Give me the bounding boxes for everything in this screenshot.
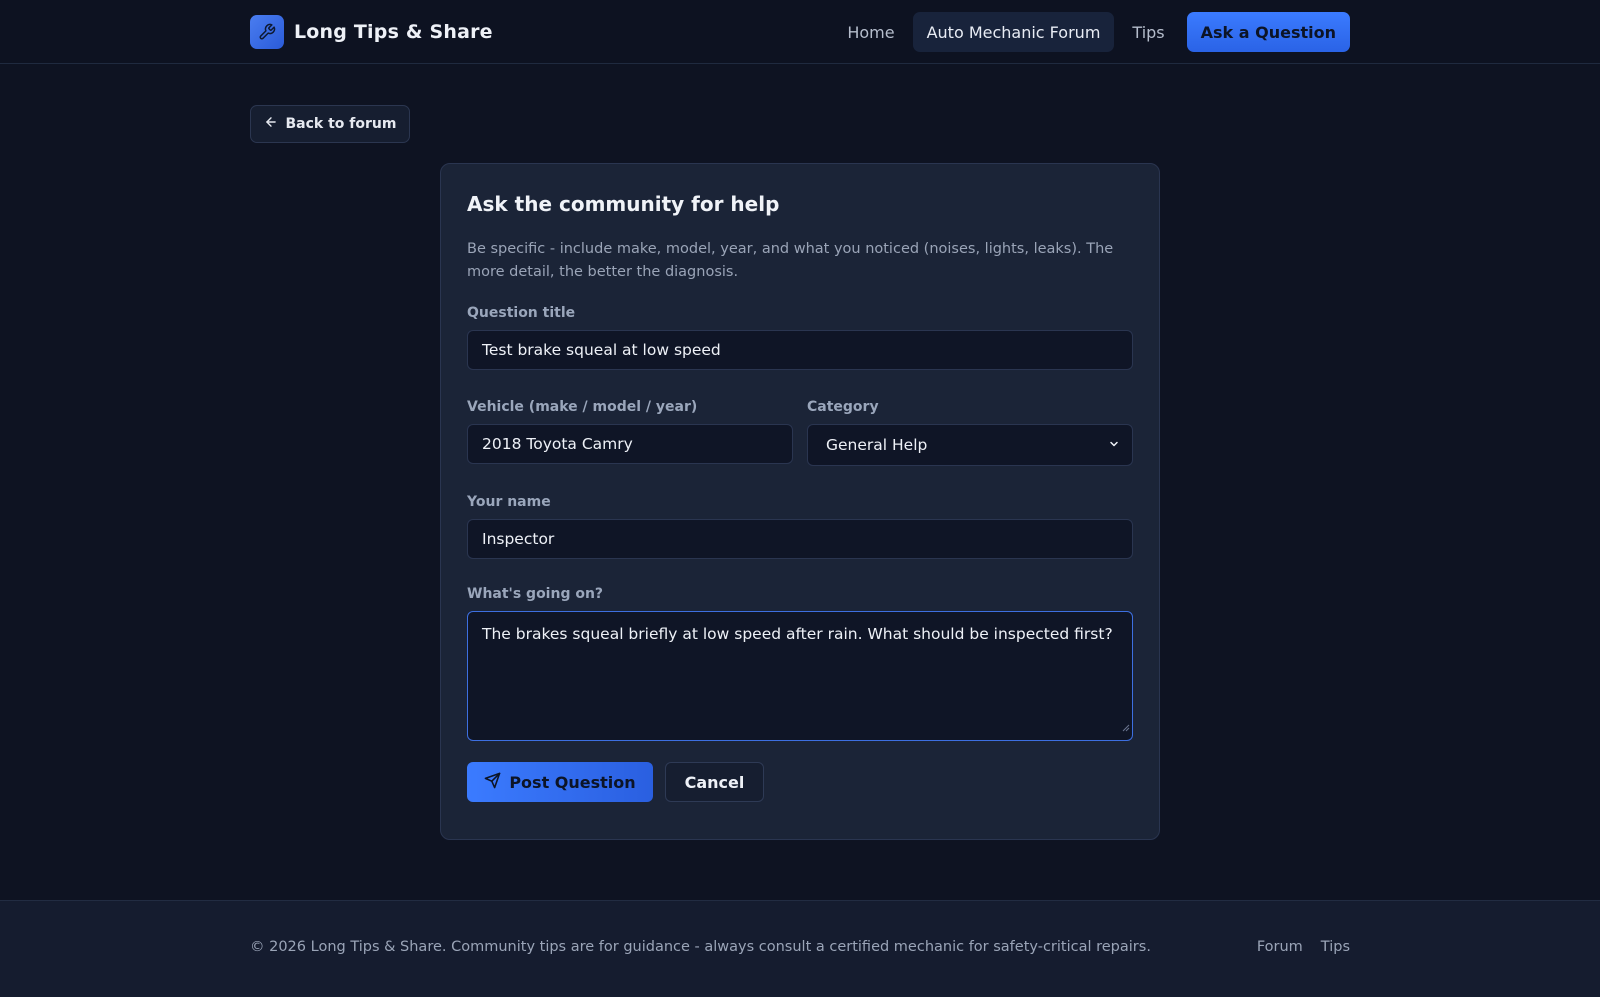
category-value: General Help: [826, 436, 928, 454]
chevron-down-icon: [1108, 436, 1120, 454]
name-label: Your name: [467, 494, 551, 510]
name-input[interactable]: Inspector: [467, 519, 1133, 559]
resize-handle-icon[interactable]: [1122, 716, 1130, 738]
details-value: The brakes squeal briefly at low speed a…: [482, 625, 1113, 643]
send-icon: [484, 772, 501, 793]
question-title-value: Test brake squeal at low speed: [482, 341, 721, 359]
footer-links: Forum Tips: [1257, 939, 1350, 955]
cancel-label: Cancel: [684, 772, 745, 792]
vehicle-input[interactable]: 2018 Toyota Camry: [467, 424, 793, 464]
wrench-icon: [250, 15, 284, 49]
top-navbar: Long Tips & Share Home Auto Mechanic For…: [0, 0, 1600, 64]
question-title-input[interactable]: Test brake squeal at low speed: [467, 330, 1133, 370]
nav-home-link[interactable]: Home: [833, 12, 908, 52]
post-question-label: Post Question: [509, 772, 636, 792]
category-label: Category: [807, 399, 879, 415]
question-title-label: Question title: [467, 305, 576, 321]
ask-question-button[interactable]: Ask a Question: [1186, 12, 1350, 52]
vehicle-label: Vehicle (make / model / year): [467, 399, 698, 415]
brand-name: Long Tips & Share: [294, 21, 493, 43]
details-label: What's going on?: [467, 586, 604, 602]
page-footer: © 2026 Long Tips & Share. Community tips…: [0, 900, 1600, 997]
form-actions: Post Question Cancel: [467, 762, 1133, 802]
arrow-left-icon: [264, 115, 278, 133]
nav-tips-link[interactable]: Tips: [1118, 12, 1178, 52]
form-title: Ask the community for help: [467, 192, 780, 216]
back-to-forum-button[interactable]: Back to forum: [250, 105, 410, 143]
footer-tips-link[interactable]: Tips: [1321, 939, 1350, 955]
ask-question-form: Ask the community for help Be specific -…: [440, 163, 1160, 840]
nav-forum-link[interactable]: Auto Mechanic Forum: [912, 12, 1115, 52]
post-question-button[interactable]: Post Question: [467, 762, 653, 802]
details-textarea[interactable]: The brakes squeal briefly at low speed a…: [467, 611, 1133, 741]
footer-copyright: © 2026 Long Tips & Share. Community tips…: [250, 939, 1151, 955]
vehicle-value: 2018 Toyota Camry: [482, 435, 633, 453]
name-value: Inspector: [482, 530, 555, 548]
category-select[interactable]: General Help: [807, 424, 1133, 466]
brand-logo[interactable]: Long Tips & Share: [250, 15, 493, 49]
main-nav: Home Auto Mechanic Forum Tips Ask a Ques…: [833, 12, 1350, 52]
back-to-forum-label: Back to forum: [285, 116, 397, 132]
footer-forum-link[interactable]: Forum: [1257, 939, 1303, 955]
form-description: Be specific - include make, model, year,…: [467, 241, 1114, 280]
cancel-button[interactable]: Cancel: [665, 762, 764, 802]
